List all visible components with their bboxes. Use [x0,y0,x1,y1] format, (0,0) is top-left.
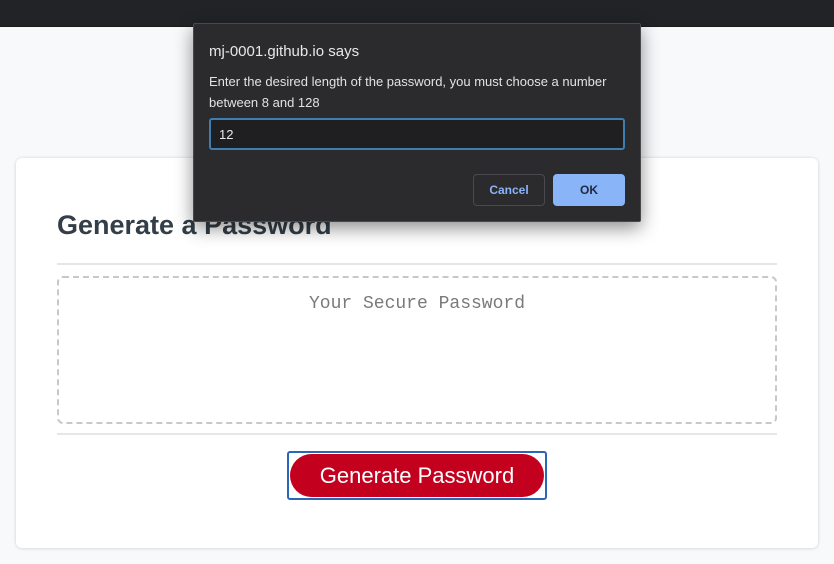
cancel-button[interactable]: Cancel [473,174,545,206]
password-length-input[interactable] [209,118,625,150]
dialog-message: Enter the desired length of the password… [209,74,607,110]
password-output[interactable] [57,276,777,424]
prompt-dialog: mj-0001.github.io says Enter the desired… [193,23,641,222]
dialog-title: mj-0001.github.io says [209,43,360,60]
ok-button[interactable]: OK [553,174,625,206]
generate-password-button[interactable]: Generate Password [290,454,544,497]
generate-button-focus-ring: Generate Password [287,451,547,500]
divider-top [57,263,777,265]
divider-bottom [57,433,777,435]
